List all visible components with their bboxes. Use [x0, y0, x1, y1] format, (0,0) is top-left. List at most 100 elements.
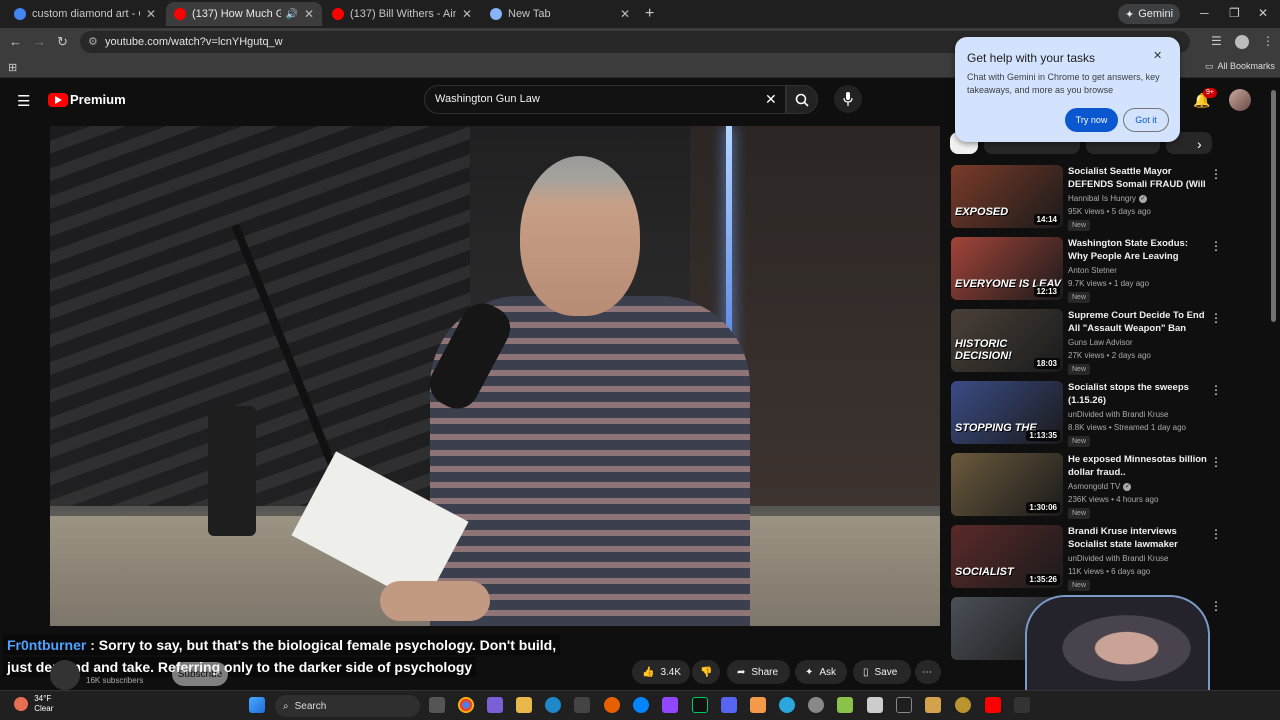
youtube-premium-label[interactable]: Premium: [70, 92, 126, 107]
more-options-icon[interactable]: ⋮: [1210, 167, 1222, 181]
more-actions-button[interactable]: ⋯: [915, 660, 941, 684]
youtube-taskbar-icon[interactable]: [985, 697, 1001, 713]
video-title[interactable]: Brandi Kruse interviews Socialist state …: [1068, 525, 1208, 551]
more-options-icon[interactable]: ⋮: [1210, 455, 1222, 469]
channel-name[interactable]: unDivided with Brandi Kruse: [1068, 554, 1169, 563]
video-title[interactable]: Socialist Seattle Mayor DEFENDS Somali F…: [1068, 165, 1208, 191]
dislike-button[interactable]: 👎: [692, 660, 720, 684]
got-it-button[interactable]: Got it: [1123, 108, 1169, 132]
channel-avatar[interactable]: [50, 660, 80, 690]
video-thumbnail[interactable]: 1:30:06: [951, 453, 1063, 516]
share-button[interactable]: ➦ Share: [727, 660, 790, 684]
gemini-button[interactable]: ✦ Gemini: [1118, 4, 1180, 24]
edge-icon[interactable]: [545, 697, 561, 713]
firefox-icon[interactable]: [604, 697, 620, 713]
speaker-icon[interactable]: 🔊: [285, 9, 297, 20]
channel-name[interactable]: unDivided with Brandi Kruse: [1068, 410, 1169, 419]
close-tab-icon[interactable]: ✕: [620, 7, 630, 21]
chrome-menu-icon[interactable]: ⋮: [1262, 34, 1274, 48]
messenger-icon[interactable]: [633, 697, 649, 713]
search-button[interactable]: [786, 85, 818, 114]
clear-search-icon[interactable]: ✕: [765, 91, 777, 108]
back-icon[interactable]: ←: [9, 34, 22, 49]
search-input[interactable]: Washington Gun Law ✕: [424, 85, 786, 114]
tab-new-tab[interactable]: New Tab ✕: [482, 2, 638, 26]
reload-icon[interactable]: ↻: [57, 34, 68, 50]
discord-icon[interactable]: [721, 697, 737, 713]
extensions-icon[interactable]: ☰: [1211, 34, 1222, 48]
like-button[interactable]: 👍 3.4K: [632, 660, 690, 684]
copilot-icon[interactable]: [487, 697, 503, 713]
try-now-button[interactable]: Try now: [1065, 108, 1118, 132]
profile-avatar[interactable]: [1235, 35, 1249, 49]
channel-name[interactable]: Asmongold TV ✓: [1068, 482, 1132, 491]
purple-app-icon[interactable]: [662, 697, 678, 713]
more-options-icon[interactable]: ⋮: [1210, 239, 1222, 253]
more-options-icon[interactable]: ⋮: [1210, 383, 1222, 397]
orange-app-icon[interactable]: [750, 697, 766, 713]
apps-grid-icon[interactable]: ⊞: [8, 61, 17, 74]
more-options-icon[interactable]: ⋮: [1210, 599, 1222, 613]
save-button[interactable]: ▯ Save: [853, 660, 911, 684]
recommendation-card[interactable]: STOPPING THE 1:13:35 Socialist stops the s…: [951, 381, 1222, 447]
minimize-icon[interactable]: ─: [1200, 6, 1209, 20]
store-icon[interactable]: [574, 697, 590, 713]
voice-search-button[interactable]: [834, 85, 862, 113]
video-thumbnail[interactable]: STOPPING THE 1:13:35: [951, 381, 1063, 444]
taskbar-search[interactable]: ⌕ Search: [275, 695, 420, 717]
video-title[interactable]: Supreme Court Decide To End All "Assault…: [1068, 309, 1208, 335]
video-thumbnail[interactable]: EXPOSED 14:14: [951, 165, 1063, 228]
tab-google-search[interactable]: custom diamond art - Google S ✕: [6, 2, 164, 26]
app-icon[interactable]: [955, 697, 971, 713]
recommendation-card[interactable]: 1:30:06 He exposed Minnesotas billion dol…: [951, 453, 1222, 519]
video-thumbnail[interactable]: HISTORIC DECISION! 18:03: [951, 309, 1063, 372]
video-title[interactable]: Washington State Exodus: Why People Are …: [1068, 237, 1208, 263]
more-options-icon[interactable]: ⋮: [1210, 527, 1222, 541]
site-info-icon[interactable]: ⚙: [88, 35, 98, 48]
new-tab-button[interactable]: +: [645, 5, 654, 23]
ask-button[interactable]: ✦ Ask: [795, 660, 847, 684]
hamburger-menu-icon[interactable]: ☰: [17, 92, 30, 110]
video-thumbnail[interactable]: EVERYONE IS LEAV 12:13: [951, 237, 1063, 300]
all-bookmarks-button[interactable]: ▭ All Bookmarks: [1205, 61, 1275, 72]
app-icon[interactable]: [925, 697, 941, 713]
app-icon[interactable]: [867, 697, 883, 713]
more-options-icon[interactable]: ⋮: [1210, 311, 1222, 325]
close-tab-icon[interactable]: ✕: [146, 7, 156, 21]
task-view-icon[interactable]: [429, 697, 445, 713]
channel-name[interactable]: Hannibal Is Hungry ✓: [1068, 194, 1148, 203]
weather-widget[interactable]: 34°F Clear: [14, 694, 53, 714]
tab-youtube-bill-withers[interactable]: (137) Bill Withers - Ain't No Su ✕: [324, 2, 480, 26]
channel-name[interactable]: Anton Stetner: [1068, 266, 1117, 275]
video-thumbnail[interactable]: SOCIALIST 1:35:26: [951, 525, 1063, 588]
video-title[interactable]: Socialist stops the sweeps (1.15.26): [1068, 381, 1208, 407]
terminal-icon[interactable]: [692, 697, 708, 713]
youtube-logo-icon[interactable]: [48, 93, 68, 107]
close-tab-icon[interactable]: ✕: [304, 7, 314, 21]
tab-youtube-active[interactable]: (137) How Much Governme 🔊 ✕: [166, 2, 322, 26]
subscribe-button[interactable]: Subscribe: [172, 662, 228, 686]
recommendation-card[interactable]: SOCIALIST 1:35:26 Brandi Kruse interviews …: [951, 525, 1222, 591]
recommendation-card[interactable]: HISTORIC DECISION! 18:03 Supreme Court Dec…: [951, 309, 1222, 375]
recommendation-card[interactable]: EXPOSED 14:14 Socialist Seattle Mayor DEFE…: [951, 165, 1222, 231]
account-avatar[interactable]: [1229, 89, 1251, 111]
app-icon[interactable]: [1014, 697, 1030, 713]
chrome-taskbar-icon[interactable]: [458, 697, 474, 713]
blue-app-icon[interactable]: [779, 697, 795, 713]
chevron-right-icon[interactable]: ›: [1197, 136, 1202, 152]
video-player[interactable]: [50, 126, 940, 626]
close-popup-icon[interactable]: ✕: [1153, 49, 1162, 62]
windows-start-icon[interactable]: [249, 697, 265, 713]
file-explorer-icon[interactable]: [516, 697, 532, 713]
close-tab-icon[interactable]: ✕: [462, 7, 472, 21]
settings-app-icon[interactable]: [808, 697, 824, 713]
forward-icon[interactable]: →: [33, 34, 46, 49]
video-title[interactable]: He exposed Minnesotas billion dollar fra…: [1068, 453, 1208, 479]
page-scrollbar[interactable]: [1271, 90, 1276, 322]
recommendation-card[interactable]: EVERYONE IS LEAV 12:13 Washington State Ex…: [951, 237, 1222, 303]
channel-name[interactable]: Guns Law Advisor: [1068, 338, 1132, 347]
window-close-icon[interactable]: ✕: [1258, 6, 1268, 20]
green-app-icon[interactable]: [837, 697, 853, 713]
app-icon[interactable]: [896, 697, 912, 713]
restore-icon[interactable]: ❐: [1229, 6, 1240, 20]
